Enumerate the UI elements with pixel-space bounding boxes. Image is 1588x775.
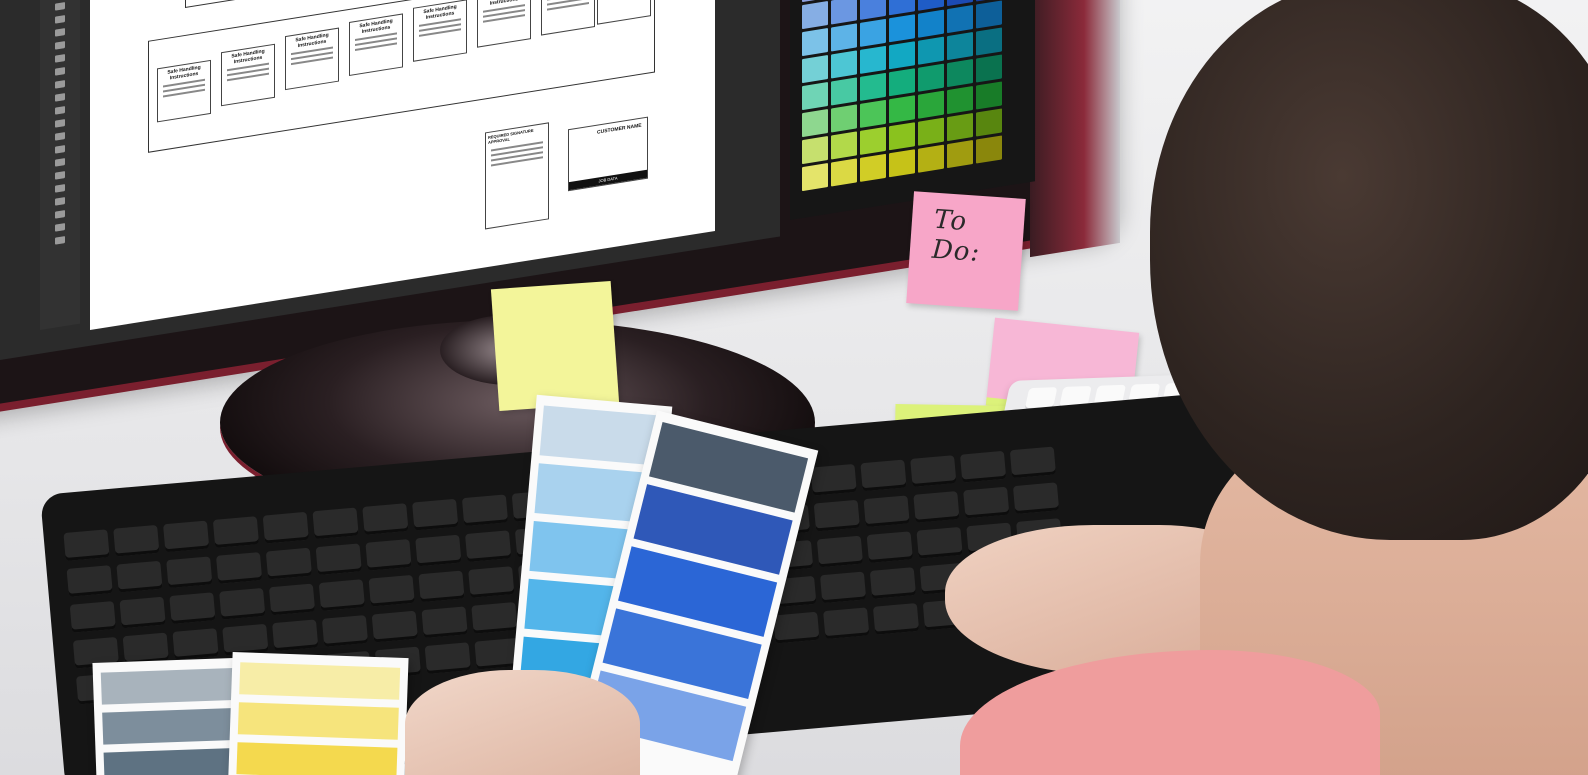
color-swatch xyxy=(947,32,973,61)
tool-icon xyxy=(55,106,65,115)
tool-icon xyxy=(55,54,65,63)
color-swatch xyxy=(802,135,828,165)
tool-icon xyxy=(55,197,65,206)
doc-sheet: Safe Handling Instructions xyxy=(285,27,339,91)
sticky-note-yellow xyxy=(490,280,620,412)
color-swatch xyxy=(918,144,944,173)
tool-icon xyxy=(55,41,65,50)
tool-panel xyxy=(40,0,80,331)
color-swatch xyxy=(918,9,944,38)
monitor-side xyxy=(1030,0,1120,258)
tool-icon xyxy=(55,2,65,11)
customer-name: CUSTOMER NAME xyxy=(597,122,642,136)
color-swatch xyxy=(889,14,915,43)
color-chip xyxy=(237,702,399,740)
tool-icon xyxy=(55,223,65,232)
tool-icon xyxy=(55,158,65,167)
color-swatch xyxy=(860,99,886,128)
color-swatch xyxy=(889,149,915,178)
color-swatch xyxy=(976,108,1002,137)
color-swatch xyxy=(918,36,944,65)
color-swatch xyxy=(947,5,973,34)
tool-icon xyxy=(55,15,65,24)
color-swatch xyxy=(860,72,886,101)
approval-box: REQUIRED SIGNATURE APPROVAL xyxy=(485,122,549,230)
color-swatch xyxy=(918,117,944,146)
swatch-card-yellow xyxy=(227,651,409,775)
color-swatch xyxy=(802,162,828,192)
color-chip xyxy=(239,662,401,700)
customer-box: CUSTOMER NAME JOB DATA xyxy=(568,116,648,192)
doc-sheet: Safe Handling Instructions xyxy=(157,59,211,123)
color-swatch xyxy=(831,0,857,25)
color-swatch xyxy=(976,27,1002,56)
doc-sheet: Safe Handling Instructions xyxy=(541,0,595,36)
color-chip xyxy=(236,742,398,775)
tool-icon xyxy=(55,132,65,141)
color-swatch xyxy=(860,45,886,74)
color-swatch xyxy=(947,140,973,169)
color-swatch xyxy=(831,158,857,187)
color-swatch xyxy=(802,27,828,57)
job-data-label: JOB DATA xyxy=(569,169,647,191)
color-swatch xyxy=(889,41,915,70)
tool-icon xyxy=(55,145,65,154)
color-swatch xyxy=(831,50,857,79)
color-swatch xyxy=(860,0,886,20)
sticky-note-todo: To Do: xyxy=(906,191,1026,311)
color-swatch xyxy=(802,54,828,84)
color-swatch xyxy=(831,23,857,52)
color-swatch xyxy=(831,131,857,160)
color-swatch-grid xyxy=(802,0,1002,192)
todo-label: To Do: xyxy=(930,204,982,268)
color-swatch xyxy=(802,108,828,138)
color-swatch xyxy=(976,135,1002,164)
color-swatch xyxy=(889,122,915,151)
scene-photo: Safe Handling Instructions Safe Handling… xyxy=(0,0,1588,775)
color-swatch xyxy=(918,90,944,119)
color-swatch xyxy=(860,18,886,47)
color-swatch xyxy=(947,59,973,88)
color-swatch xyxy=(918,63,944,92)
color-swatch xyxy=(947,86,973,115)
tool-icon xyxy=(55,236,65,245)
color-chip xyxy=(100,667,252,705)
color-swatch xyxy=(976,54,1002,83)
color-swatch xyxy=(831,104,857,133)
doc-sheet: Safe Handling Instructions xyxy=(221,43,275,107)
tool-icon xyxy=(55,119,65,128)
color-swatch xyxy=(889,0,915,16)
color-swatch xyxy=(860,153,886,182)
color-swatch xyxy=(889,95,915,124)
tool-icon xyxy=(55,28,65,37)
color-swatch xyxy=(976,81,1002,110)
doc-sheet: Safe Handling Instructions xyxy=(349,13,403,76)
color-swatch xyxy=(802,0,828,30)
color-swatch xyxy=(831,77,857,106)
color-swatch xyxy=(889,68,915,97)
doc-sheet: Safe Handling Instructions xyxy=(413,0,467,62)
tool-icon xyxy=(55,67,65,76)
color-swatch xyxy=(947,113,973,142)
tool-icon xyxy=(55,80,65,89)
left-hand xyxy=(405,670,640,775)
doc-sheet: Safe Handling Instructions xyxy=(477,0,531,48)
tool-icon xyxy=(55,93,65,102)
doc-sheet: Safe Handling Instructions xyxy=(597,0,651,25)
color-palette-panel xyxy=(790,0,1035,221)
tool-icon xyxy=(55,184,65,193)
color-swatch xyxy=(976,0,1002,29)
tool-icon xyxy=(55,210,65,219)
tool-icon xyxy=(55,171,65,180)
color-swatch xyxy=(860,126,886,155)
color-swatch xyxy=(802,81,828,111)
